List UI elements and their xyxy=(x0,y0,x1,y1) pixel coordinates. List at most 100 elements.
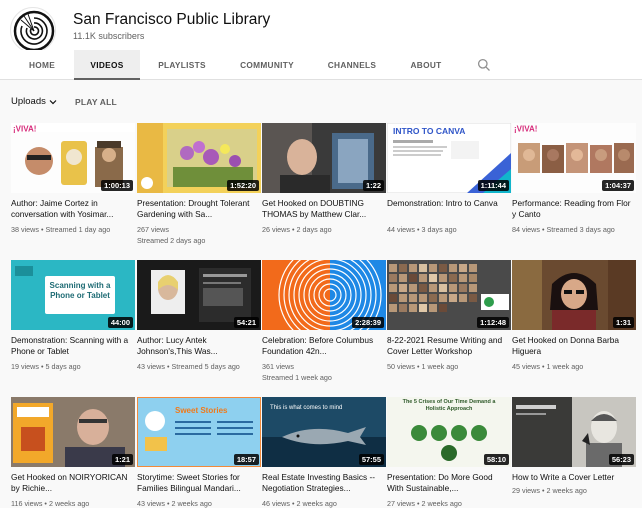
upload-age: Streamed 1 week ago xyxy=(262,373,332,382)
sort-dropdown[interactable]: Uploads xyxy=(11,96,58,107)
video-meta: 43 views • 2 weeks ago xyxy=(137,499,212,508)
channel-header: San Francisco Public Library 11.1K subsc… xyxy=(0,0,642,53)
video-thumbnail[interactable]: ¡VIVA! 1:04:37 xyxy=(512,123,636,193)
video-title[interactable]: Get Hooked on DOUBTING THOMAS by Matthew… xyxy=(262,198,386,220)
video-thumbnail[interactable]: 1:52:20 xyxy=(137,123,261,193)
upload-age: Streamed 1 day ago xyxy=(45,225,111,234)
thumb-caption: INTRO TO CANVA xyxy=(393,126,465,136)
view-count: 27 views xyxy=(387,499,415,508)
upload-age: 2 weeks ago xyxy=(546,486,587,495)
tab-playlists[interactable]: PLAYLISTS xyxy=(150,50,214,80)
video-meta: 26 views • 2 days ago xyxy=(262,225,332,234)
video-meta: 29 views • 2 weeks ago xyxy=(512,486,587,495)
video-meta: 44 views • 3 days ago xyxy=(387,225,457,234)
video-duration: 1:04:37 xyxy=(602,180,634,191)
channel-avatar[interactable] xyxy=(10,7,56,53)
thumb-caption: Scanning with a Phone or Tablet xyxy=(49,281,111,300)
sort-label: Uploads xyxy=(11,96,46,107)
video-meta: 361 views Streamed 1 week ago xyxy=(262,361,386,383)
thumb-caption: ¡VIVA! xyxy=(13,125,36,134)
video-thumbnail[interactable]: ¡VIVA! 1:00:13 xyxy=(11,123,135,193)
upload-age: 2 weeks ago xyxy=(296,499,337,508)
video-meta: 84 views • Streamed 3 days ago xyxy=(512,225,615,234)
video-title[interactable]: Performance: Reading from Flor y Canto xyxy=(512,198,636,220)
upload-age: 5 days ago xyxy=(45,362,81,371)
video-thumbnail[interactable]: This is what comes to mind 57:55 xyxy=(262,397,386,467)
video-thumbnail[interactable]: 2:28:39 xyxy=(262,260,386,330)
thumb-caption: This is what comes to mind xyxy=(270,405,342,411)
upload-age: Streamed 2 days ago xyxy=(137,236,206,245)
subscriber-count: 11.1K subscribers xyxy=(73,31,145,41)
upload-age: 3 days ago xyxy=(421,225,457,234)
video-thumbnail[interactable]: INTRO TO CANVA 1:11:44 xyxy=(387,123,511,193)
video-meta: 116 views • 2 weeks ago xyxy=(11,499,90,508)
video-duration: 1:11:44 xyxy=(477,180,509,191)
view-count: 44 views xyxy=(387,225,415,234)
upload-age: 2 weeks ago xyxy=(171,499,212,508)
view-count: 46 views xyxy=(262,499,290,508)
video-meta: 43 views • Streamed 5 days ago xyxy=(137,362,240,371)
video-thumbnail[interactable]: 56:23 xyxy=(512,397,636,467)
view-count: 267 views xyxy=(137,225,169,234)
channel-name: San Francisco Public Library xyxy=(73,11,271,28)
video-title[interactable]: Get Hooked on Donna Barba Higuera xyxy=(512,335,636,357)
video-thumbnail[interactable]: Scanning with a Phone or Tablet 44:00 xyxy=(11,260,135,330)
video-duration: 1:12:48 xyxy=(477,317,509,328)
video-meta: 267 views Streamed 2 days ago xyxy=(137,224,261,246)
video-meta: 38 views • Streamed 1 day ago xyxy=(11,225,111,234)
video-title[interactable]: Demonstration: Intro to Canva xyxy=(387,198,511,209)
video-thumbnail[interactable]: 1:22 xyxy=(262,123,386,193)
video-duration: 56:23 xyxy=(608,454,634,465)
video-duration: 44:00 xyxy=(107,317,133,328)
search-icon[interactable] xyxy=(477,58,491,72)
upload-age: 2 days ago xyxy=(296,225,332,234)
video-title[interactable]: 8-22-2021 Resume Writing and Cover Lette… xyxy=(387,335,511,357)
video-title[interactable]: Get Hooked on NOIRYORICAN by Richie... xyxy=(11,472,135,494)
video-title[interactable]: Author: Lucy Antek Johnson's,This Was... xyxy=(137,335,261,357)
video-duration: 57:55 xyxy=(358,454,384,465)
video-duration: 1:00:13 xyxy=(101,180,133,191)
video-thumbnail[interactable]: The 5 Crises of Our Time Demand a Holist… xyxy=(387,397,511,467)
view-count: 29 views xyxy=(512,486,540,495)
video-meta: 45 views • 1 week ago xyxy=(512,362,584,371)
video-title[interactable]: Presentation: Drought Tolerant Gardening… xyxy=(137,198,261,220)
upload-age: Streamed 3 days ago xyxy=(546,225,615,234)
video-title[interactable]: How to Write a Cover Letter xyxy=(512,472,636,483)
video-title[interactable]: Author: Jaime Cortez in conversation wit… xyxy=(11,198,135,220)
video-title[interactable]: Real Estate Investing Basics -- Negotiat… xyxy=(262,472,386,494)
tab-videos[interactable]: VIDEOS xyxy=(74,50,140,80)
video-title[interactable]: Storytime: Sweet Stories for Families Bi… xyxy=(137,472,261,494)
chevron-down-icon xyxy=(49,99,57,104)
video-duration: 1:21 xyxy=(111,454,133,465)
video-thumbnail[interactable]: 1:31 xyxy=(512,260,636,330)
video-thumbnail[interactable]: 1:21 xyxy=(11,397,135,467)
tab-channels[interactable]: CHANNELS xyxy=(320,50,384,80)
view-count: 84 views xyxy=(512,225,540,234)
tab-home[interactable]: HOME xyxy=(18,50,66,80)
video-thumbnail[interactable]: 1:12:48 xyxy=(387,260,511,330)
video-duration: 1:52:20 xyxy=(227,180,259,191)
video-thumbnail[interactable]: 54:21 xyxy=(137,260,261,330)
thumb-caption: Sweet Stories xyxy=(175,406,228,415)
view-count: 45 views xyxy=(512,362,540,371)
view-count: 43 views xyxy=(137,499,165,508)
video-title[interactable]: Demonstration: Scanning with a Phone or … xyxy=(11,335,135,357)
viva-logo-icon: ¡VIVA! xyxy=(13,125,36,134)
play-all-button[interactable]: PLAY ALL xyxy=(75,97,117,107)
videos-toolbar: Uploads PLAY ALL xyxy=(0,80,642,120)
upload-age: 1 week ago xyxy=(546,362,584,371)
tab-about[interactable]: ABOUT xyxy=(402,50,450,80)
thumb-caption: ¡VIVA! xyxy=(514,125,537,134)
video-meta: 50 views • 1 week ago xyxy=(387,362,459,371)
upload-age: Streamed 5 days ago xyxy=(171,362,240,371)
video-title[interactable]: Celebration: Before Columbus Foundation … xyxy=(262,335,386,357)
view-count: 361 views xyxy=(262,362,294,371)
video-duration: 58:10 xyxy=(483,454,509,465)
view-count: 116 views xyxy=(11,499,43,508)
video-title[interactable]: Presentation: Do More Good With Sustaina… xyxy=(387,472,511,494)
upload-age: 2 weeks ago xyxy=(421,499,462,508)
video-duration: 54:21 xyxy=(233,317,259,328)
tab-community[interactable]: COMMUNITY xyxy=(232,50,302,80)
video-meta: 46 views • 2 weeks ago xyxy=(262,499,337,508)
video-thumbnail[interactable]: Sweet Stories 18:57 xyxy=(137,397,261,467)
